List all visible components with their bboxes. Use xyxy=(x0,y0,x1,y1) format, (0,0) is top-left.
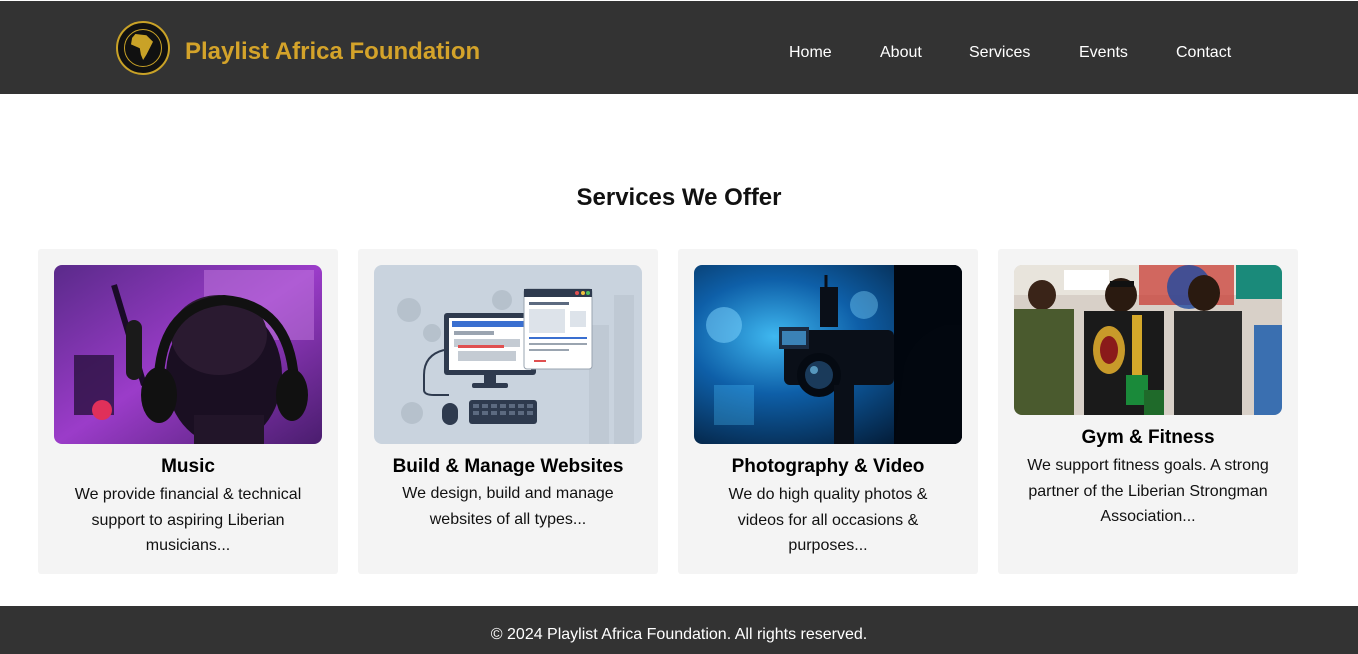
site-header: Playlist Africa Foundation Home About Se… xyxy=(0,1,1358,94)
section-title: Services We Offer xyxy=(576,184,782,211)
card-description: We provide financial & technical support… xyxy=(74,486,302,554)
site-footer: © 2024 Playlist Africa Foundation. All r… xyxy=(0,606,1358,654)
nav-services[interactable]: Services xyxy=(969,44,1030,62)
gym-image xyxy=(1014,265,1282,415)
nav-about[interactable]: About xyxy=(880,44,922,62)
brand-title[interactable]: Playlist Africa Foundation xyxy=(185,38,480,66)
card-description: We do high quality photos & videos for a… xyxy=(728,486,928,554)
card-description: We support fitness goals. A strong partn… xyxy=(1027,457,1269,525)
card-title: Gym & Fitness xyxy=(1081,427,1215,448)
card-title: Photography & Video xyxy=(731,456,925,477)
card-description: We design, build and manage websites of … xyxy=(402,485,614,528)
logo-emblem[interactable] xyxy=(116,21,170,75)
service-card-gym[interactable]: Gym & Fitness We support fitness goals. … xyxy=(998,249,1298,574)
nav-contact[interactable]: Contact xyxy=(1176,44,1231,62)
service-card-websites[interactable]: Build & Manage Websites We design, build… xyxy=(358,249,658,574)
nav-home[interactable]: Home xyxy=(789,44,832,62)
photography-image xyxy=(694,265,962,444)
card-title: Music xyxy=(161,456,215,477)
music-image xyxy=(54,265,322,444)
websites-image xyxy=(374,265,642,444)
service-card-music[interactable]: Music We provide financial & technical s… xyxy=(38,249,338,574)
card-title: Build & Manage Websites xyxy=(392,456,624,477)
copyright-text: © 2024 Playlist Africa Foundation. All r… xyxy=(490,626,868,643)
service-card-photography[interactable]: Photography & Video We do high quality p… xyxy=(678,249,978,574)
nav-events[interactable]: Events xyxy=(1079,44,1128,62)
